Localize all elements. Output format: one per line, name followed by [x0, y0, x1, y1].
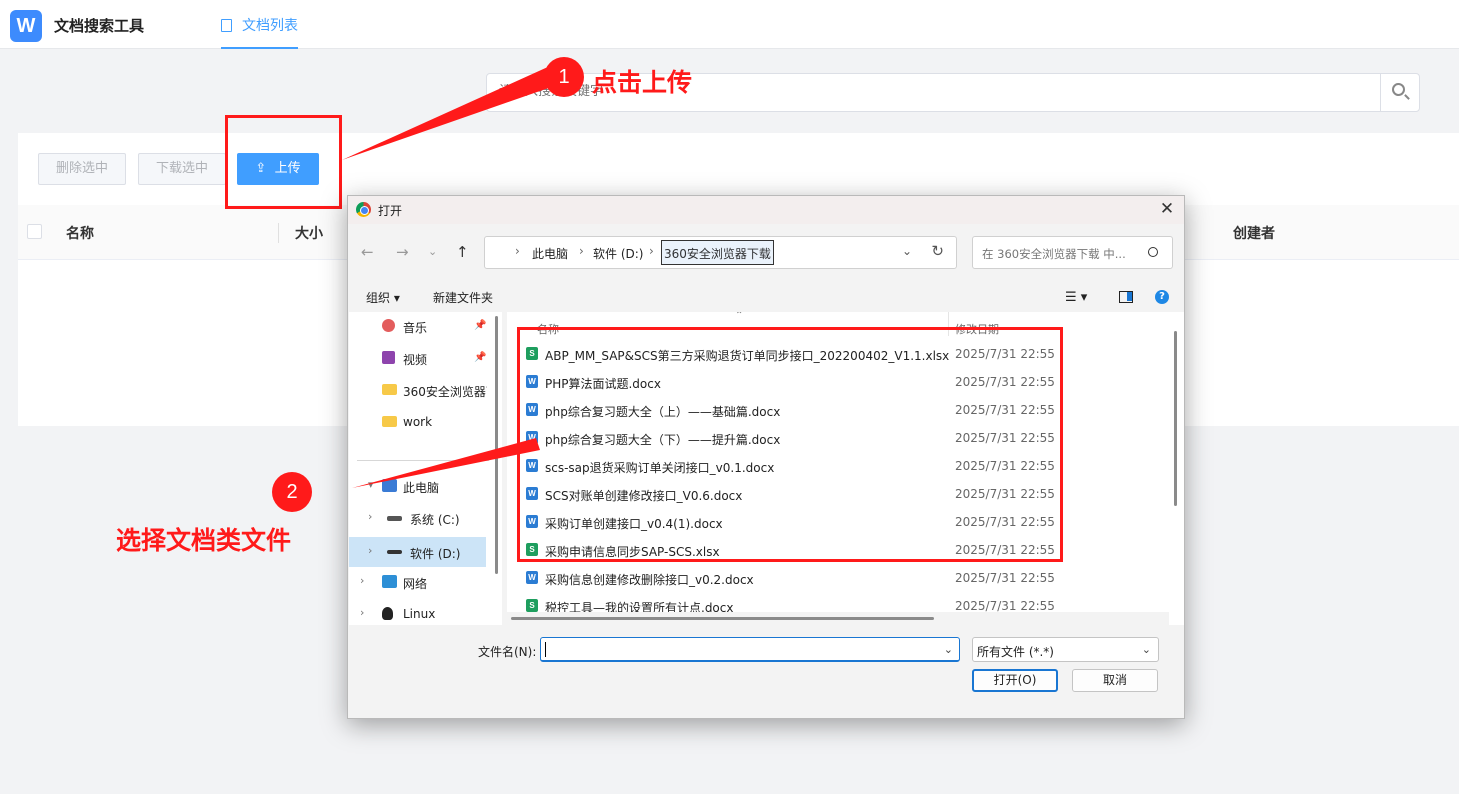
annotation-arrows-overlay	[352, 438, 540, 488]
annotation-step-2: 2	[272, 472, 312, 512]
annotation-text-2: 选择文档类文件	[116, 526, 292, 555]
annotation-arrow-2-overlay	[352, 438, 540, 488]
